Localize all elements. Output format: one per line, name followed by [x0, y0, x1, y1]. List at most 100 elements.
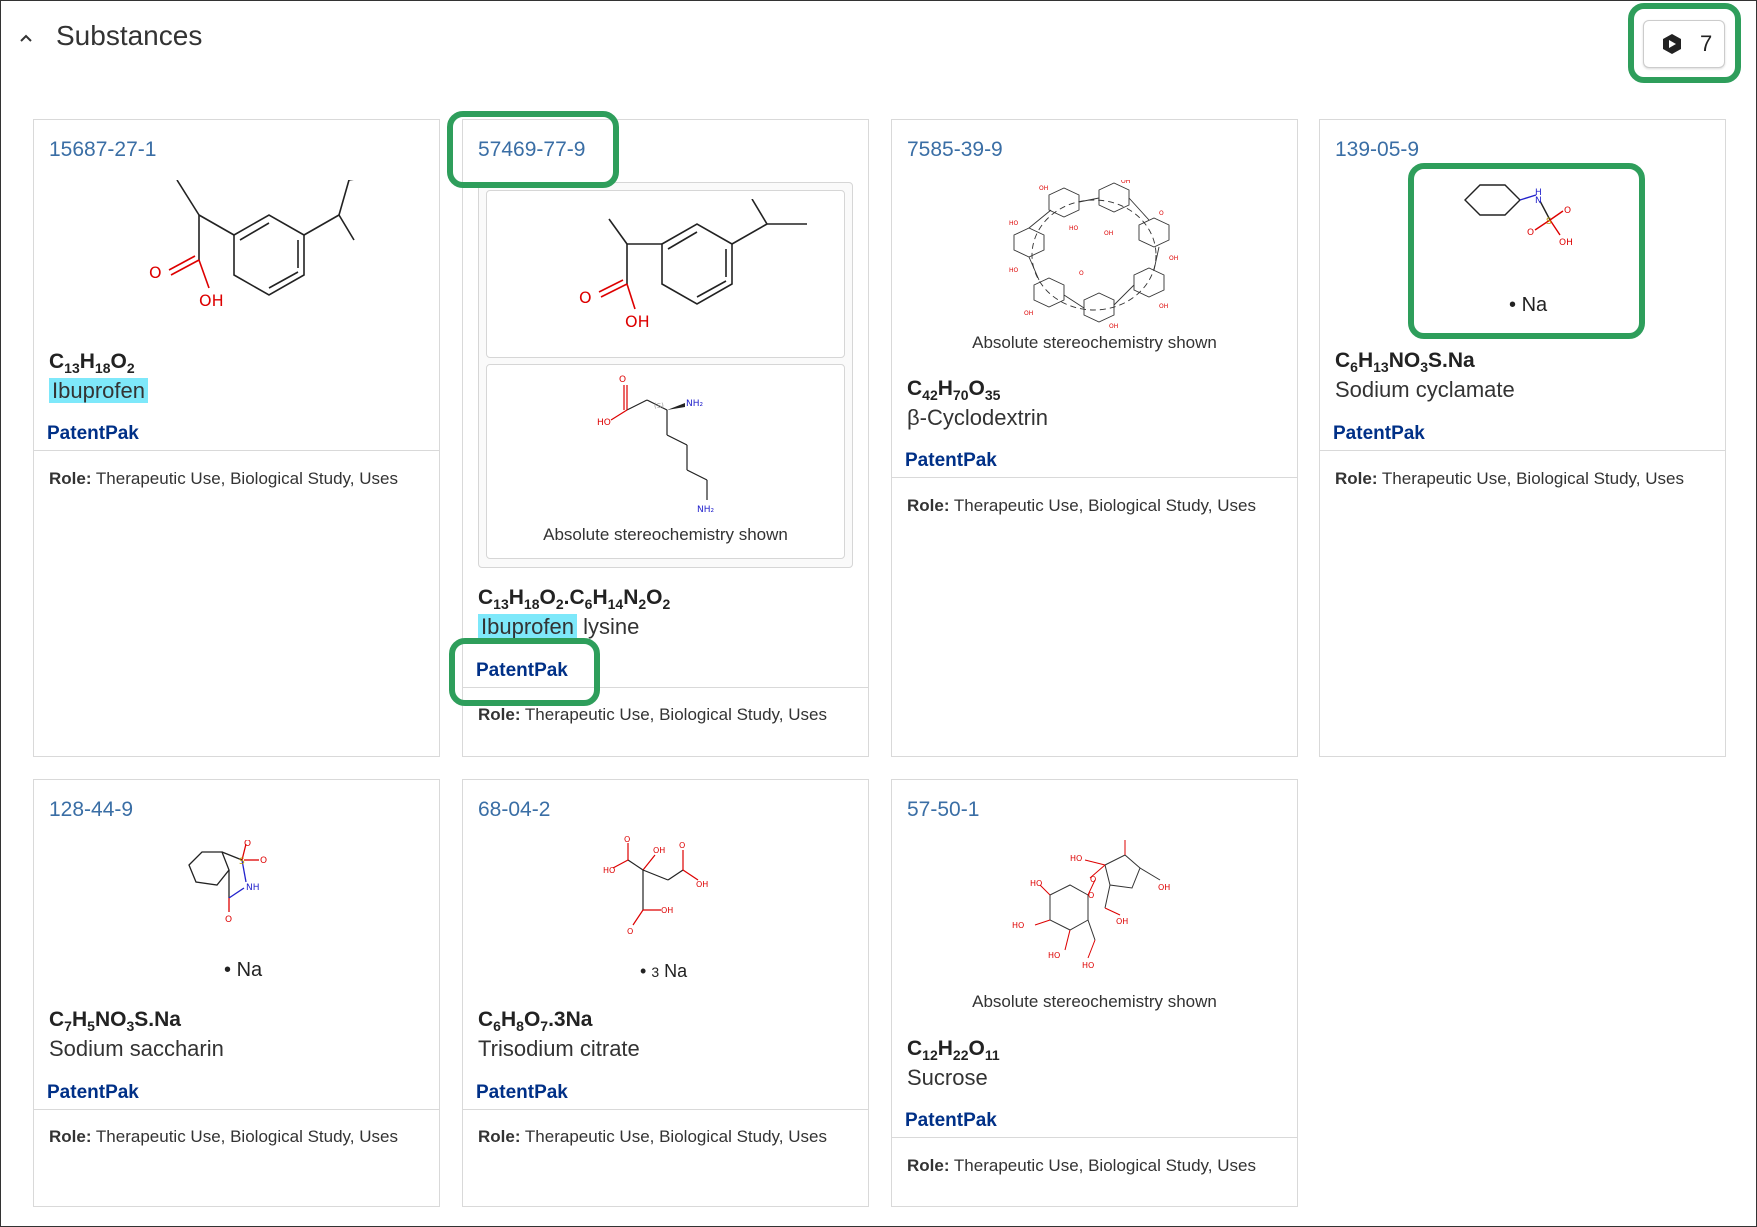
substance-name: Sucrose — [907, 1065, 988, 1090]
substance-name: Ibuprofen lysine — [478, 614, 639, 640]
svg-text:HO: HO — [603, 866, 615, 875]
molecular-formula: C7H5NO3S.Na — [49, 1008, 181, 1035]
structure-image[interactable]: H N S O O OH — [1460, 175, 1600, 265]
role-text: Role: Therapeutic Use, Biological Study,… — [49, 469, 398, 488]
chevron-up-icon[interactable] — [18, 30, 34, 46]
stereo-note: Absolute stereochemistry shown — [972, 333, 1217, 352]
substance-card: 128-44-9 S O O NH O • Na C7H5NO3S.Na Sod… — [33, 779, 440, 1207]
molecular-formula: C12H22O11 — [907, 1037, 1000, 1064]
role-text: Role: Therapeutic Use, Biological Study,… — [478, 1127, 827, 1146]
divider — [463, 687, 868, 688]
svg-text:O: O — [1090, 875, 1096, 884]
search-highlight: Ibuprofen — [478, 614, 577, 639]
patentpak-link[interactable]: PatentPak — [47, 423, 139, 445]
patentpak-link[interactable]: PatentPak — [905, 1110, 997, 1132]
divider — [463, 1109, 868, 1110]
cas-number-link[interactable]: 57-50-1 — [907, 798, 979, 822]
molecular-formula: C6H8O7.3Na — [478, 1008, 593, 1035]
role-text: Role: Therapeutic Use, Biological Study,… — [907, 1156, 1256, 1175]
cas-number-link[interactable]: 128-44-9 — [49, 798, 133, 822]
svg-text:HO: HO — [1009, 267, 1019, 274]
stereo-note: Absolute stereochemistry shown — [972, 992, 1217, 1011]
svg-text:O: O — [619, 375, 626, 385]
svg-text:OH: OH — [625, 312, 650, 331]
svg-text:OH: OH — [1169, 255, 1178, 262]
stereo-note: Absolute stereochemistry shown — [543, 525, 788, 544]
cas-number-link[interactable]: 7585-39-9 — [907, 138, 1003, 162]
svg-text:HO: HO — [1082, 961, 1094, 970]
svg-text:O: O — [149, 263, 162, 282]
svg-text:O: O — [679, 841, 685, 850]
cas-number-link[interactable]: 57469-77-9 — [478, 138, 585, 162]
svg-text:O: O — [1564, 206, 1571, 216]
divider — [892, 1137, 1297, 1138]
divider — [34, 1109, 439, 1110]
molecular-formula: C13H18O2.C6H14N2O2 — [478, 586, 671, 613]
svg-text:OH: OH — [661, 906, 673, 915]
svg-text:HO: HO — [1012, 921, 1024, 930]
svg-text:OH: OH — [1024, 310, 1033, 317]
svg-text:HO: HO — [1009, 220, 1019, 227]
svg-text:O: O — [627, 927, 633, 935]
svg-text:O: O — [579, 288, 592, 307]
svg-text:S: S — [239, 857, 245, 867]
divider — [34, 450, 439, 451]
cube-icon — [1663, 34, 1681, 54]
patentpak-link[interactable]: PatentPak — [1333, 423, 1425, 445]
svg-text:O: O — [1527, 228, 1534, 238]
role-text: Role: Therapeutic Use, Biological Study,… — [49, 1127, 398, 1146]
svg-text:O: O — [624, 835, 630, 844]
salt-component: • Na — [224, 959, 263, 981]
structure-component[interactable]: O HO NH₂ NH₂ (S) Absolute stereochemistr… — [486, 364, 845, 559]
svg-text:OH: OH — [1120, 840, 1132, 842]
salt-component: • 3 Na — [640, 961, 688, 981]
search-highlight: Ibuprofen — [49, 378, 148, 403]
svg-text:OH: OH — [1116, 917, 1128, 926]
substance-card: 139-05-9 H N S O O OH • Na C6H13NO3S.Na … — [1319, 119, 1726, 757]
patentpak-link[interactable]: PatentPak — [47, 1082, 139, 1104]
svg-text:NH₂: NH₂ — [686, 399, 704, 409]
svg-text:OH: OH — [1039, 185, 1048, 192]
substance-count: 7 — [1700, 31, 1713, 56]
svg-text:OH: OH — [653, 846, 665, 855]
salt-component: • Na — [1509, 294, 1548, 316]
svg-text:OH: OH — [1559, 238, 1573, 248]
svg-text:N: N — [1535, 196, 1542, 206]
role-text: Role: Therapeutic Use, Biological Study,… — [478, 705, 827, 724]
structure-image[interactable]: OH OH O OH OH OH OH HO HO HO OH O — [1009, 180, 1179, 330]
svg-text:HO: HO — [1048, 951, 1060, 960]
substance-card: 57-50-1 OH HO OH OH HO HO HO HO OO Absolute st… — [891, 779, 1298, 1207]
patentpak-link[interactable]: PatentPak — [905, 450, 997, 472]
substance-card: 68-04-2 O HO OH O OH O OH • 3 Na C6H8O7.3Na T… — [462, 779, 869, 1207]
substance-name: Sodium saccharin — [49, 1036, 224, 1061]
structure-image: O HO NH₂ NH₂ (S) — [597, 375, 715, 515]
structure-image[interactable]: O OH — [89, 180, 389, 340]
substance-card: 7585-39-9 OH OH O OH OH OH OH HO HO HO OH O Abso… — [891, 119, 1298, 757]
substance-name: Trisodium citrate — [478, 1036, 640, 1061]
svg-text:HO: HO — [597, 418, 611, 428]
structure-image[interactable]: OHOOH OOHOOH — [603, 835, 723, 935]
svg-text:NH₂: NH₂ — [697, 505, 715, 515]
molecular-formula: C6H13NO3S.Na — [1335, 349, 1475, 376]
molecular-formula: C13H18O2 — [49, 350, 135, 377]
structure-image: O OH — [579, 199, 807, 331]
patentpak-link[interactable]: PatentPak — [476, 1082, 568, 1104]
cas-number-link[interactable]: 15687-27-1 — [49, 138, 156, 162]
svg-text:O: O — [1088, 891, 1094, 900]
svg-text:HO: HO — [1030, 879, 1042, 888]
substance-name: Ibuprofen — [49, 378, 148, 404]
svg-text:HO: HO — [1070, 854, 1082, 863]
svg-text:O: O — [244, 840, 251, 849]
cas-number-link[interactable]: 139-05-9 — [1335, 138, 1419, 162]
cas-number-link[interactable]: 68-04-2 — [478, 798, 550, 822]
structure-image[interactable]: OH HO OH OH HO HO HO HO OO — [1010, 840, 1185, 990]
patentpak-link[interactable]: PatentPak — [476, 660, 568, 682]
section-title: Substances — [56, 20, 203, 51]
role-text: Role: Therapeutic Use, Biological Study,… — [1335, 469, 1684, 488]
substance-card: 57469-77-9 O OH O HO NH₂ NH₂ (S) Absolut… — [462, 119, 869, 757]
svg-text:O: O — [225, 915, 232, 925]
role-text: Role: Therapeutic Use, Biological Study,… — [907, 496, 1256, 515]
substance-count-button[interactable]: 7 — [1643, 20, 1725, 68]
structure-image[interactable]: S O O NH O — [184, 840, 294, 930]
structure-component[interactable]: O OH — [486, 190, 845, 358]
